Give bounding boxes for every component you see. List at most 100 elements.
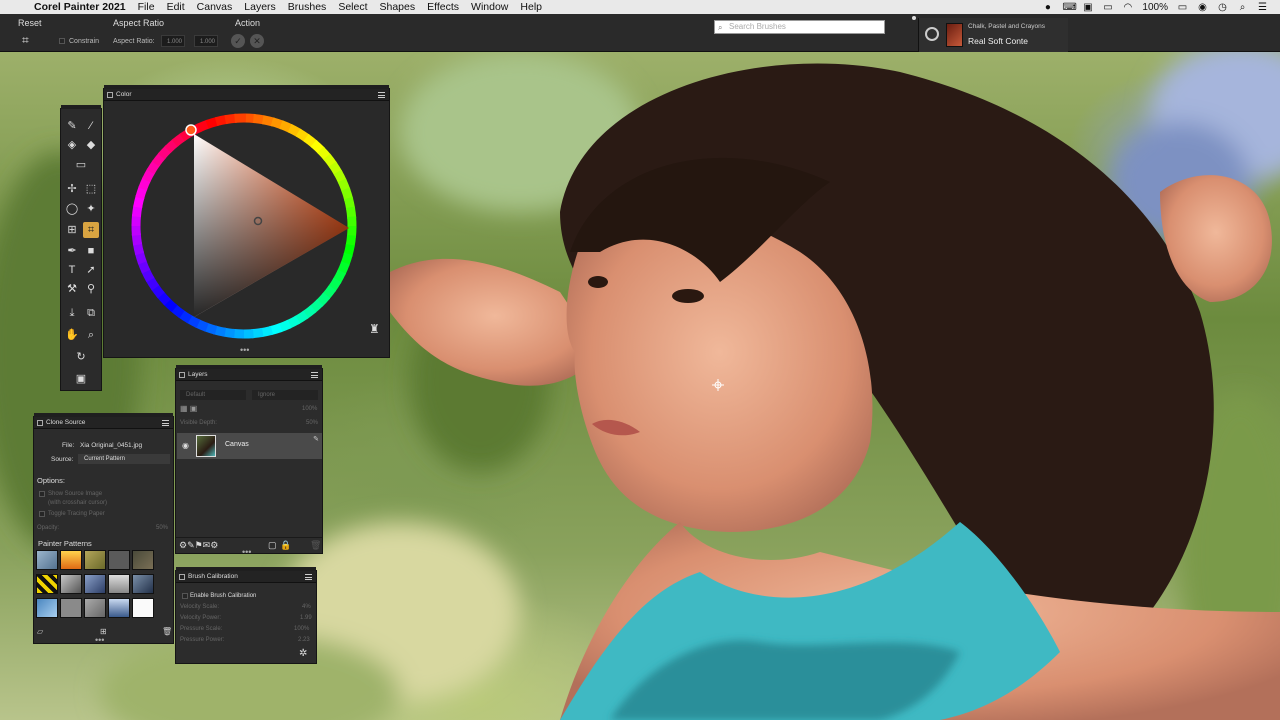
toolbox-grip[interactable] [61,105,101,109]
opacity-value[interactable]: 50% [156,525,168,531]
calibrate-wand-icon[interactable]: ✲ [299,648,307,659]
trash-icon[interactable]: 🗑 [162,627,172,636]
menu-help[interactable]: Help [520,1,542,13]
mirror-tool-icon[interactable]: ⧉ [83,305,99,321]
aspect-height-input[interactable]: 1.000 [194,35,218,47]
recent-brushes-icon[interactable] [925,27,939,41]
menu-brushes[interactable]: Brushes [288,1,327,13]
brush-category-icon[interactable] [946,23,963,47]
lasso-tool-icon[interactable]: ◯ [64,201,80,217]
display-icon[interactable]: ▣ [1082,2,1093,13]
airplay-icon[interactable]: ▭ [1102,2,1113,13]
layer-opacity[interactable]: 100% [302,406,317,412]
user-icon[interactable]: ◉ [1197,2,1208,13]
open-library-icon[interactable]: ▱ [37,627,43,636]
clone-header[interactable]: Clone Source [34,417,173,429]
reset-button[interactable]: Reset [18,18,42,28]
magic-wand-icon[interactable]: ✦ [83,201,99,217]
keyboard-icon[interactable]: ⌨ [1062,2,1076,13]
menu-effects[interactable]: Effects [427,1,459,13]
hue-handle[interactable] [185,124,197,136]
pressure-power-value[interactable]: 2.23 [298,637,310,643]
pattern-swatch[interactable] [84,598,106,618]
battery-percent[interactable]: 100% [1142,2,1168,13]
selection-adjust-icon[interactable]: ⊞ [64,222,80,238]
panel-resize-dots[interactable]: ••• [95,635,104,645]
commit-button[interactable]: ✓ [231,34,245,48]
pressure-scale-value[interactable]: 100% [294,626,309,632]
menu-file[interactable]: File [138,1,155,13]
show-source-checkbox[interactable] [39,491,45,497]
menu-shapes[interactable]: Shapes [380,1,416,13]
panel-menu-icon[interactable] [162,420,169,426]
color-panel-header[interactable]: Color [104,89,389,101]
panel-resize-dots[interactable]: ••• [242,547,251,557]
pattern-swatch[interactable] [108,574,130,594]
pattern-swatch[interactable] [108,550,130,570]
crop-tool-icon[interactable]: ⌗ [83,222,99,238]
close-icon[interactable] [179,574,185,580]
paper-icon[interactable]: ▭ [73,157,89,173]
layer-row-canvas[interactable]: ◉ Canvas ✎ [177,433,322,459]
rect-select-icon[interactable]: ⬚ [83,181,99,197]
wifi-icon[interactable]: ◠ [1122,2,1133,13]
menu-layers[interactable]: Layers [244,1,276,13]
composite-depth-select[interactable]: Ignore [252,390,318,400]
panel-menu-icon[interactable] [378,92,385,98]
panel-menu-icon[interactable] [305,574,312,580]
pattern-swatch[interactable] [84,574,106,594]
pattern-swatch[interactable] [36,598,58,618]
new-layer-icon[interactable]: ▢ [268,540,277,551]
menu-canvas[interactable]: Canvas [197,1,233,13]
magnifier-tool-icon[interactable]: ⌕ [83,327,99,343]
layer-lock-icons[interactable]: ▦ ▣ [180,404,197,413]
panel-grip[interactable] [912,16,916,20]
pattern-swatch[interactable] [84,550,106,570]
pattern-swatch[interactable] [36,550,58,570]
pattern-swatch[interactable] [132,550,154,570]
enable-calibration-checkbox[interactable] [182,593,188,599]
aspect-width-input[interactable]: 1.000 [161,35,185,47]
pattern-swatch[interactable] [36,574,58,594]
trash-icon[interactable]: 🗑 [310,540,321,551]
brush-selector[interactable]: Chalk, Pastel and Crayons Real Soft Cont… [918,18,1068,52]
dropper-tool-icon[interactable]: ⁄ [83,118,99,134]
layer-actions-icons[interactable]: ⚙✎⚑✉⚙ [179,540,218,551]
transform-tool-icon[interactable]: ✢ [64,181,80,197]
source-select[interactable]: Current Pattern [78,454,170,464]
list-icon[interactable]: ☰ [1257,2,1268,13]
velocity-scale-value[interactable]: 4% [302,604,311,610]
search-icon[interactable]: ⌕ [1237,2,1248,13]
pattern-swatch[interactable] [60,550,82,570]
panel-resize-dots[interactable]: ••• [240,345,249,355]
record-icon[interactable]: ● [1042,2,1053,13]
panel-menu-icon[interactable] [311,372,318,378]
pen-tool-icon[interactable]: ✒ [64,243,80,259]
velocity-power-value[interactable]: 1.99 [300,615,312,621]
close-icon[interactable] [179,372,185,378]
burn-tool-icon[interactable]: ⤓ [64,305,80,321]
menu-select[interactable]: Select [338,1,367,13]
composite-method-select[interactable]: Default [180,390,246,400]
color-wheel[interactable] [127,109,361,343]
pattern-swatch[interactable] [60,574,82,594]
battery-icon[interactable]: ▭ [1177,2,1188,13]
pattern-swatch[interactable] [132,574,154,594]
cancel-button[interactable]: ✕ [250,34,264,48]
close-icon[interactable] [37,420,43,426]
app-menu[interactable]: Corel Painter 2021 [34,1,126,13]
paint-bucket-icon[interactable]: ◈ [64,137,80,153]
pattern-swatch[interactable] [132,598,154,618]
navigator-icon[interactable]: ▣ [73,371,89,387]
eraser-tool-icon[interactable]: ◆ [83,137,99,153]
eye-icon[interactable]: ◉ [182,441,189,450]
rubber-stamp-icon[interactable]: ⚲ [83,281,99,297]
brush-search-input[interactable]: ⌕ Search Brushes [714,20,885,34]
text-tool-icon[interactable]: T [64,262,80,278]
brush-tool-icon[interactable]: ✎ [64,118,80,134]
pattern-swatch[interactable] [60,598,82,618]
crop-icon[interactable]: ⌗ [22,33,29,48]
lock-icon[interactable]: 🔒 [280,540,291,551]
menu-window[interactable]: Window [471,1,508,13]
color-harmony-icon[interactable]: ♜ [369,322,380,336]
